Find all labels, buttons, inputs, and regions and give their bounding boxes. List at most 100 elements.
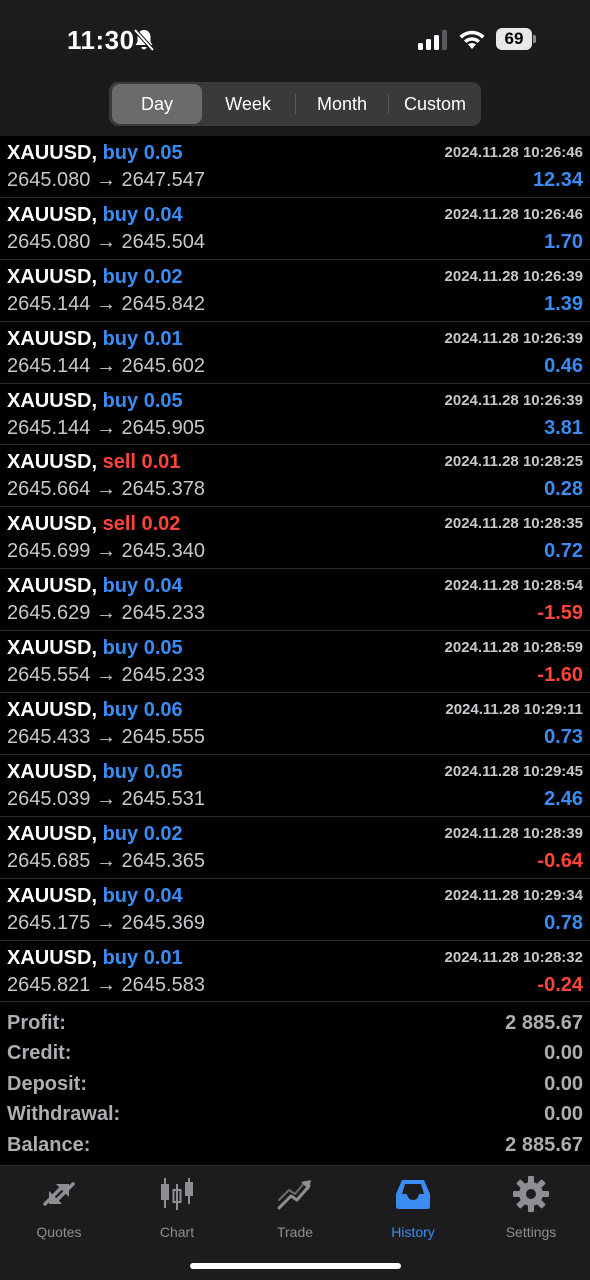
- deal-profit: 2.46: [544, 787, 583, 810]
- summary-value: 0.00: [544, 1103, 583, 1126]
- tab-settings[interactable]: Settings: [472, 1174, 590, 1244]
- deal-row[interactable]: XAUUSD, buy 0.05 2024.11.28 10:29:45 2645.…: [0, 755, 590, 817]
- deal-side-volume: buy 0.05: [102, 389, 183, 412]
- tab-trade[interactable]: Trade: [236, 1174, 354, 1244]
- deal-profit: 0.72: [544, 540, 583, 563]
- cellular-signal-icon: [418, 30, 447, 50]
- deal-profit: 0.78: [544, 911, 583, 934]
- deal-row[interactable]: XAUUSD, buy 0.02 2024.11.28 10:28:39 2645.…: [0, 817, 590, 879]
- deal-symbol: XAUUSD,: [7, 699, 98, 722]
- tab-quotes[interactable]: Quotes: [0, 1174, 118, 1244]
- deal-time: 2024.11.28 10:26:39: [444, 267, 583, 285]
- deal-profit: 1.39: [544, 292, 583, 315]
- history-inbox-icon: [396, 1180, 430, 1209]
- deal-side-volume: buy 0.01: [102, 946, 183, 969]
- segment-divider: [388, 94, 389, 114]
- bell-muted-icon: [133, 28, 155, 52]
- tab-chart-label: Chart: [159, 1224, 195, 1240]
- deal-profit: 0.73: [544, 726, 583, 749]
- deal-time: 2024.11.28 10:28:35: [444, 515, 583, 533]
- deal-prices: 2645.175 → 2645.369: [7, 911, 205, 934]
- account-summary: Profit: 2 885.67 Credit: 0.00 Deposit: 0.00 Wi…: [0, 1010, 590, 1162]
- summary-value: 0.00: [544, 1072, 583, 1095]
- deal-side-volume: buy 0.04: [102, 203, 183, 226]
- deal-profit: -0.24: [537, 973, 583, 996]
- period-tab-week[interactable]: Week: [203, 84, 293, 124]
- status-bar: 11:30 69: [0, 0, 590, 80]
- summary-row: Withdrawal: 0.00: [0, 1101, 590, 1131]
- period-tab-month[interactable]: Month: [297, 84, 387, 124]
- period-tab-day[interactable]: Day: [112, 84, 202, 124]
- deal-prices: 2645.664 → 2645.378: [7, 478, 205, 501]
- deal-symbol-line: XAUUSD, buy 0.01: [7, 328, 183, 351]
- summary-label: Balance:: [7, 1133, 91, 1156]
- tab-trade-label: Trade: [276, 1224, 314, 1240]
- deal-prices: 2645.554 → 2645.233: [7, 664, 205, 687]
- tab-history[interactable]: History: [354, 1174, 472, 1244]
- deal-symbol-line: XAUUSD, sell 0.01: [7, 451, 180, 474]
- deal-time: 2024.11.28 10:26:39: [444, 329, 583, 347]
- deal-profit: 0.28: [544, 478, 583, 501]
- home-indicator: [190, 1263, 401, 1269]
- wifi-icon: [459, 30, 485, 49]
- tab-chart[interactable]: Chart: [118, 1174, 236, 1244]
- deal-history-list: XAUUSD, buy 0.05 2024.11.28 10:26:46 2645.…: [0, 136, 590, 1003]
- deal-symbol-line: XAUUSD, buy 0.05: [7, 637, 183, 660]
- deal-profit: 1.70: [544, 230, 583, 253]
- summary-row: Balance: 2 885.67: [0, 1132, 590, 1162]
- candlestick-chart-icon: [161, 1178, 193, 1210]
- deal-time: 2024.11.28 10:26:46: [444, 205, 583, 223]
- deal-symbol: XAUUSD,: [7, 389, 98, 412]
- deal-time: 2024.11.28 10:29:11: [445, 701, 583, 719]
- deal-symbol-line: XAUUSD, buy 0.04: [7, 204, 183, 227]
- deal-prices: 2645.685 → 2645.365: [7, 849, 205, 872]
- deal-row[interactable]: XAUUSD, buy 0.04 2024.11.28 10:28:54 2645.…: [0, 569, 590, 632]
- deal-side-volume: buy 0.04: [102, 884, 183, 907]
- deal-prices: 2645.144 → 2645.842: [7, 292, 205, 315]
- status-time: 11:30: [67, 25, 135, 55]
- deal-prices: 2645.821 → 2645.583: [7, 973, 205, 996]
- battery-tip: [533, 35, 536, 43]
- deal-profit: -1.59: [537, 602, 583, 625]
- deal-side-volume: buy 0.02: [102, 822, 183, 845]
- deal-row[interactable]: XAUUSD, buy 0.01 2024.11.28 10:26:39 2645.…: [0, 322, 590, 384]
- summary-value: 2 885.67: [505, 1133, 583, 1156]
- deal-prices: 2645.433 → 2645.555: [7, 726, 205, 749]
- battery-level: 69: [496, 28, 532, 50]
- deal-symbol-line: XAUUSD, buy 0.04: [7, 885, 183, 908]
- deal-row[interactable]: XAUUSD, buy 0.06 2024.11.28 10:29:11 2645.…: [0, 693, 590, 755]
- deal-prices: 2645.080 → 2647.547: [7, 169, 205, 191]
- trade-trend-icon: [277, 1180, 311, 1210]
- deal-symbol: XAUUSD,: [7, 884, 98, 907]
- period-tab-custom[interactable]: Custom: [390, 84, 480, 124]
- deal-symbol: XAUUSD,: [7, 327, 98, 350]
- deal-prices: 2645.629 → 2645.233: [7, 602, 205, 625]
- deal-row[interactable]: XAUUSD, sell 0.02 2024.11.28 10:28:35 2645…: [0, 507, 590, 570]
- deal-symbol-line: XAUUSD, buy 0.02: [7, 266, 183, 289]
- deal-time: 2024.11.28 10:26:39: [444, 391, 583, 409]
- top-area: 11:30 69 Day Week Month Custom: [0, 0, 590, 136]
- deal-row[interactable]: XAUUSD, buy 0.02 2024.11.28 10:26:39 2645.…: [0, 260, 590, 322]
- battery-indicator: 69: [496, 28, 536, 50]
- deal-symbol-line: XAUUSD, buy 0.04: [7, 575, 183, 598]
- tab-quotes-label: Quotes: [36, 1224, 82, 1240]
- summary-row: Profit: 2 885.67: [0, 1010, 590, 1040]
- deal-time: 2024.11.28 10:26:46: [444, 144, 583, 161]
- deal-symbol: XAUUSD,: [7, 142, 98, 164]
- deal-time: 2024.11.28 10:28:54: [444, 577, 583, 595]
- deal-row[interactable]: XAUUSD, buy 0.01 2024.11.28 10:28:32 2645.…: [0, 941, 590, 1003]
- deal-row[interactable]: XAUUSD, buy 0.05 2024.11.28 10:28:59 2645.…: [0, 631, 590, 694]
- deal-side-volume: buy 0.05: [102, 760, 183, 783]
- deal-prices: 2645.144 → 2645.602: [7, 354, 205, 377]
- segment-divider: [295, 94, 296, 114]
- deal-side-volume: sell 0.02: [102, 513, 181, 536]
- deal-symbol-line: XAUUSD, buy 0.05: [7, 390, 183, 413]
- gear-icon: [513, 1176, 549, 1212]
- summary-row: Deposit: 0.00: [0, 1071, 590, 1101]
- deal-row[interactable]: XAUUSD, buy 0.05 2024.11.28 10:26:39 2645.…: [0, 384, 590, 446]
- deal-row[interactable]: XAUUSD, buy 0.04 2024.11.28 10:29:34 2645.…: [0, 879, 590, 941]
- deal-row[interactable]: XAUUSD, buy 0.04 2024.11.28 10:26:46 2645.…: [0, 198, 590, 260]
- deal-symbol-line: XAUUSD, buy 0.01: [7, 947, 183, 970]
- deal-row[interactable]: XAUUSD, buy 0.05 2024.11.28 10:26:46 2645.…: [0, 136, 590, 198]
- deal-row[interactable]: XAUUSD, sell 0.01 2024.11.28 10:28:25 2645…: [0, 445, 590, 508]
